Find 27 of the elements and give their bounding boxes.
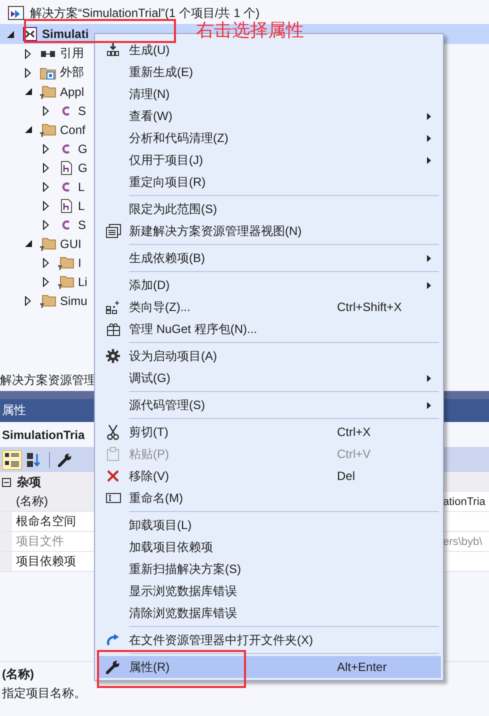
tree-label: Li	[78, 274, 88, 288]
tree-label: Simulati	[42, 27, 89, 41]
tree-label: GUI	[60, 236, 82, 250]
tree-label: Appl	[60, 84, 84, 98]
tree-label: L	[78, 180, 85, 194]
description-text: 指定项目名称。	[2, 685, 86, 702]
category-label: 杂项	[17, 474, 41, 490]
tree-label: I	[78, 256, 82, 270]
shortcut-label: Alt+Enter	[337, 660, 388, 674]
solution-title: 解决方案“SimulationTrial”(1 个项目/共 1 个)	[30, 4, 260, 21]
shortcut-label: Ctrl+Shift+X	[337, 300, 403, 314]
shortcut-label: Ctrl+V	[337, 447, 372, 461]
tree-label: S	[78, 104, 86, 118]
tree-label: 引用	[60, 45, 84, 62]
description-title: (名称)	[2, 666, 34, 683]
tree-label: S	[78, 218, 86, 232]
tree-label: Conf	[60, 122, 86, 136]
shortcut-label: Del	[337, 469, 356, 483]
tree-label: Simu	[60, 294, 88, 308]
tree-label: L	[78, 198, 85, 212]
object-name: SimulationTria	[2, 428, 85, 442]
tree-label: G	[78, 142, 88, 156]
tree-label: 外部	[60, 64, 84, 81]
shortcut-label: Ctrl+X	[337, 425, 372, 439]
panel-title: 属性	[2, 402, 26, 419]
property-value: ationTria	[443, 496, 486, 508]
tree-label: G	[78, 160, 88, 174]
